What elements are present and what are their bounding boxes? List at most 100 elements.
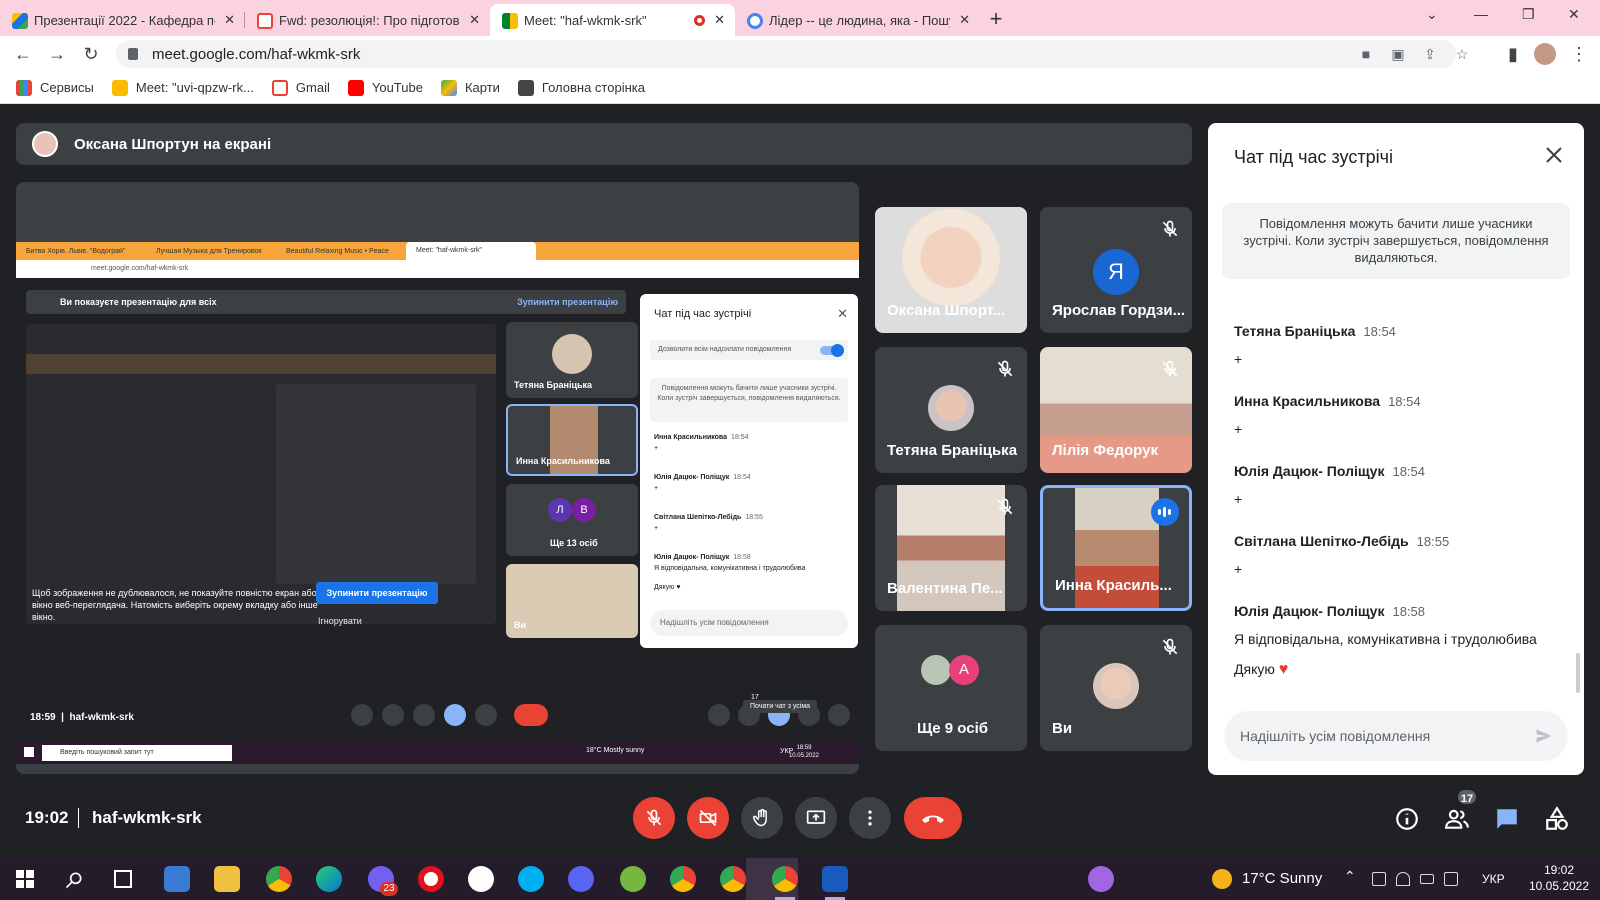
windows-start-icon[interactable]	[16, 870, 34, 888]
bookmark-meet[interactable]: Meet: "uvi-qpzw-rk...	[111, 79, 254, 96]
close-window-icon[interactable]: ✕	[1568, 6, 1580, 23]
tab-search-icon[interactable]: ⌄	[1426, 6, 1438, 23]
weather-text[interactable]: 17°C Sunny	[1242, 870, 1322, 887]
forward-icon[interactable]: →	[40, 44, 74, 65]
chrome-active-icon[interactable]	[772, 866, 798, 892]
viber-badge: 23	[380, 882, 398, 896]
self-tile[interactable]: Ви	[1040, 625, 1192, 751]
avatar: Я	[1093, 249, 1139, 295]
battery-icon[interactable]	[1420, 874, 1434, 884]
bookmark-maps[interactable]: Карти	[440, 79, 500, 96]
shared-presenting-banner: Ви показуєте презентацію для всіх Зупини…	[26, 290, 626, 314]
volume-icon[interactable]	[1444, 872, 1458, 886]
message-text: Дякую ♥	[1234, 661, 1289, 678]
chat-scrollbar[interactable]	[1576, 653, 1580, 693]
meeting-details-icon[interactable]	[1394, 806, 1420, 832]
close-icon[interactable]	[1542, 143, 1566, 167]
raise-hand-button[interactable]	[741, 797, 783, 839]
participant-tile[interactable]: Я Ярослав Гордзи...	[1040, 207, 1192, 333]
toggle-switch	[820, 344, 844, 357]
browser-tab-google-search[interactable]: Лідер -- це людина, яка - Пошу ✕	[735, 4, 980, 36]
more-options-button[interactable]	[849, 797, 891, 839]
chrome-icon[interactable]	[266, 866, 292, 892]
shared-tile: Инна Красильникова	[506, 404, 638, 476]
participant-tile[interactable]: Тетяна Браніцька	[875, 347, 1027, 473]
participant-tile-speaking[interactable]: Инна Красиль...	[1040, 485, 1192, 611]
close-tab-icon[interactable]: ✕	[959, 12, 970, 28]
avatar	[928, 385, 974, 431]
camera-off-icon	[699, 809, 717, 827]
message-text: Я відповідальна, комунікативна і трудолю…	[1234, 631, 1537, 647]
share-icon[interactable]: ⇪	[1422, 46, 1438, 62]
opera-icon[interactable]	[418, 866, 444, 892]
close-tab-icon[interactable]: ✕	[714, 12, 725, 28]
language-indicator[interactable]: УКР	[1482, 872, 1505, 886]
sidebar-icon[interactable]: ▮	[1496, 44, 1530, 65]
skype-icon[interactable]	[518, 866, 544, 892]
chrome-icon[interactable]	[720, 866, 746, 892]
url-text: meet.google.com/haf-wkmk-srk	[152, 45, 361, 63]
tray-expand-icon[interactable]: ⌃	[1344, 868, 1356, 885]
bookmark-services[interactable]: Сервисы	[16, 79, 94, 96]
new-tab-button[interactable]: +	[980, 4, 1012, 36]
file-explorer-icon[interactable]	[214, 866, 240, 892]
network-icon[interactable]	[1372, 872, 1386, 886]
minimize-icon[interactable]: —	[1474, 6, 1488, 22]
people-icon[interactable]	[1444, 806, 1470, 832]
shared-tile: Л В Ще 13 осіб	[506, 484, 638, 556]
menu-dots-icon[interactable]: ⋮	[1562, 44, 1596, 65]
search-icon[interactable]	[64, 870, 84, 890]
shared-screen-content: Битва Хорів. Львів. "Водограй" Лучшая Му…	[16, 242, 859, 764]
close-tab-icon[interactable]: ✕	[224, 12, 235, 28]
wifi-icon[interactable]	[1396, 872, 1410, 886]
mic-off-icon	[997, 498, 1013, 515]
tab-title: Fwd: резолюція!: Про підготовк	[279, 12, 460, 28]
assistant-icon[interactable]	[1088, 866, 1114, 892]
restore-icon[interactable]: ❐	[1522, 6, 1535, 23]
apps-grid-icon	[16, 79, 32, 96]
camera-icon[interactable]: ■	[1358, 46, 1374, 62]
mic-off-icon	[1162, 220, 1178, 237]
reload-icon[interactable]: ↻	[74, 44, 108, 65]
discord-icon[interactable]	[568, 866, 594, 892]
camera-toggle-button[interactable]	[687, 797, 729, 839]
chat-icon[interactable]	[1494, 806, 1520, 832]
omnibox[interactable]: meet.google.com/haf-wkmk-srk ■ ▣ ⇪ ☆	[116, 40, 1468, 68]
bookmark-star-icon[interactable]: ☆	[1454, 46, 1470, 62]
close-tab-icon[interactable]: ✕	[469, 12, 480, 28]
bookmark-gmail[interactable]: Gmail	[271, 79, 330, 96]
message-text: +	[1234, 561, 1243, 577]
shared-tile: Ви	[506, 564, 638, 638]
send-icon[interactable]	[1534, 726, 1554, 746]
yandex-icon[interactable]	[468, 866, 494, 892]
utorrent-icon[interactable]	[620, 866, 646, 892]
activities-icon[interactable]	[1544, 806, 1570, 832]
presenter-banner-text: Оксана Шпортун на екрані	[74, 135, 272, 153]
task-view-icon[interactable]	[114, 870, 132, 888]
browser-tab-presentations[interactable]: Презентації 2022 - Кафедра пс ✕	[0, 4, 245, 36]
browser-tab-meet[interactable]: Meet: "haf-wkmk-srk" ✕	[490, 4, 735, 36]
system-clock[interactable]: 19:02 10.05.2022	[1528, 862, 1590, 894]
word-icon[interactable]	[822, 866, 848, 892]
mic-toggle-button[interactable]	[633, 797, 675, 839]
back-icon[interactable]: ←	[6, 44, 40, 65]
bookmark-home[interactable]: Головна сторінка	[517, 79, 645, 96]
mail-icon[interactable]	[164, 866, 190, 892]
message-time: 18:54	[1363, 324, 1396, 339]
message-author: Юлія Дацюк- Поліщук	[1234, 603, 1385, 619]
leave-call-button[interactable]	[904, 797, 962, 839]
edge-icon[interactable]	[316, 866, 342, 892]
browser-tab-gmail[interactable]: Fwd: резолюція!: Про підготовк ✕	[245, 4, 490, 36]
participant-tile[interactable]: Лілія Федорук	[1040, 347, 1192, 473]
participant-tile[interactable]: Валентина Пе...	[875, 485, 1027, 611]
participant-tile[interactable]: Оксана Шпорт...	[875, 207, 1027, 333]
bookmark-youtube[interactable]: YouTube	[347, 79, 423, 96]
chrome-icon[interactable]	[670, 866, 696, 892]
shared-browser-tabs: Битва Хорів. Львів. "Водограй" Лучшая Му…	[16, 242, 859, 260]
present-screen-button[interactable]	[795, 797, 837, 839]
translate-icon[interactable]: ▣	[1390, 46, 1406, 62]
chat-message-input[interactable]: Надішліть усім повідомлення	[1224, 711, 1568, 761]
more-participants-tile[interactable]: А Ще 9 осіб	[875, 625, 1027, 751]
presenter-banner: Оксана Шпортун на екрані	[16, 123, 1192, 165]
profile-avatar[interactable]	[1534, 43, 1556, 65]
